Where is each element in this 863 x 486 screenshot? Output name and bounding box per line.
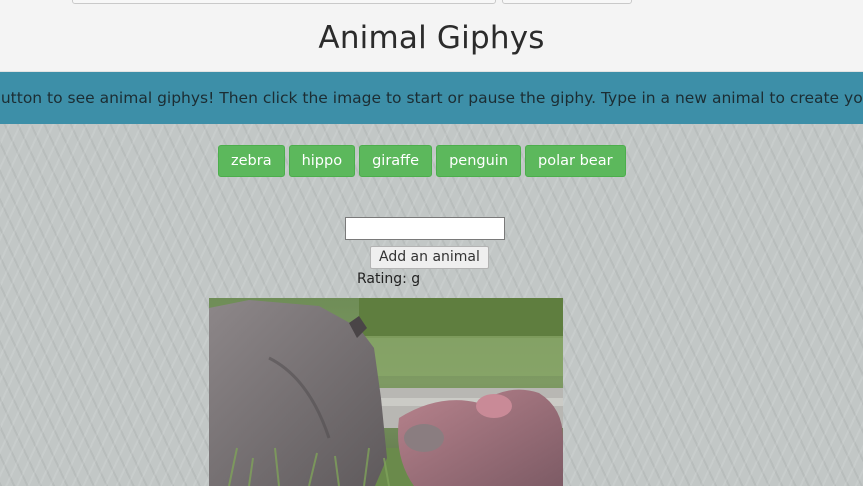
page-header: Animal Giphys <box>0 5 863 72</box>
instructions-banner: button to see animal giphys! Then click … <box>0 72 863 124</box>
add-animal-button[interactable]: Add an animal <box>370 246 489 269</box>
tab-edge-left[interactable] <box>72 0 496 4</box>
instructions-text: button to see animal giphys! Then click … <box>0 89 863 107</box>
new-animal-input[interactable] <box>345 217 505 240</box>
page-title: Animal Giphys <box>318 20 545 56</box>
animal-button-penguin[interactable]: penguin <box>436 145 522 177</box>
animal-button-hippo[interactable]: hippo <box>288 145 356 177</box>
giphy-picture <box>209 298 563 486</box>
tab-edge-right[interactable] <box>502 0 632 4</box>
giphy-image-rhino-hippo[interactable] <box>209 298 563 486</box>
animal-button-giraffe[interactable]: giraffe <box>359 145 433 177</box>
animal-button-zebra[interactable]: zebra <box>218 145 285 177</box>
giphy-rating: Rating: g <box>357 271 421 287</box>
animal-buttons: zebra hippo giraffe penguin polar bear <box>218 145 626 177</box>
animal-button-polar-bear[interactable]: polar bear <box>525 145 626 177</box>
